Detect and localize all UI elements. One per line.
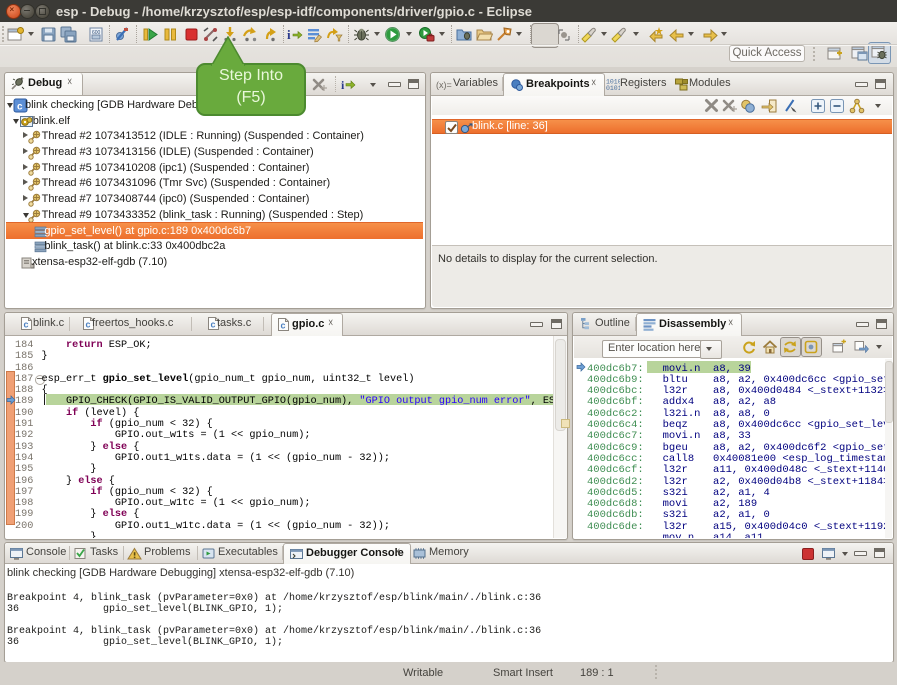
svg-text:c: c [281, 321, 286, 331]
svg-text:c: c [17, 101, 23, 112]
svg-text:c: c [86, 320, 91, 330]
svg-text:c: c [211, 320, 216, 330]
svg-text:c: c [24, 320, 29, 330]
svg-text:600: 600 [92, 30, 101, 36]
svg-text:i: i [287, 27, 291, 42]
svg-text:i: i [341, 78, 345, 92]
svg-text:0101: 0101 [606, 85, 620, 92]
svg-text:(x)=: (x)= [436, 80, 452, 90]
